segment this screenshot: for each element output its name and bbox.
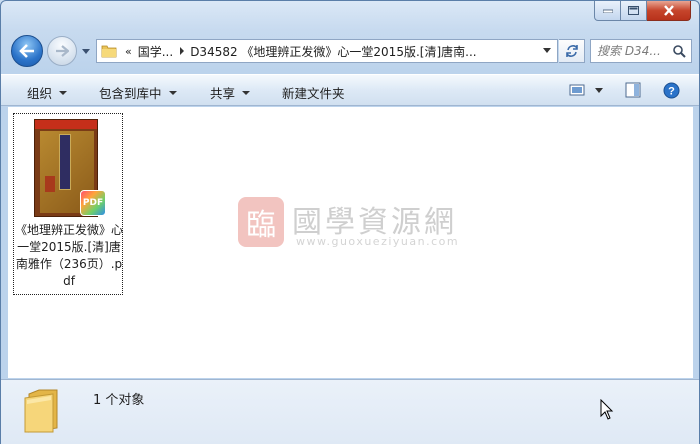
chevron-down-icon: [59, 90, 68, 95]
include-in-library-menu[interactable]: 包含到库中: [99, 83, 177, 102]
back-arrow-icon: [19, 44, 34, 58]
breadcrumb-separator-icon[interactable]: [180, 47, 185, 55]
new-folder-button[interactable]: 新建文件夹: [282, 83, 345, 102]
search-box[interactable]: [590, 39, 692, 63]
search-input[interactable]: [597, 44, 675, 58]
svg-text:?: ?: [668, 86, 675, 98]
minimize-button[interactable]: [594, 1, 621, 21]
explorer-window: « 国学... D34582 《地理辨正发微》心一堂2015版.[清]唐南...…: [0, 0, 700, 444]
thumbnail-banner: [35, 120, 97, 129]
search-icon: [673, 45, 686, 58]
preview-pane-icon: [625, 82, 641, 98]
forward-arrow-icon: [56, 45, 69, 57]
command-bar: 组织 包含到库中 共享 新建文件夹 ?: [1, 74, 699, 106]
preview-pane-button[interactable]: [625, 82, 641, 101]
share-label: 共享: [210, 86, 236, 101]
address-dropdown-icon[interactable]: [543, 48, 551, 53]
change-view-button[interactable]: [569, 82, 603, 101]
minimize-icon: [602, 9, 613, 13]
item-count: 1 个对象: [93, 393, 145, 408]
file-list[interactable]: PDF 《地理辨正发微》心一堂2015版.[清]唐南雅作（236页）.pdf 臨…: [8, 107, 693, 378]
chevron-down-icon: [82, 48, 90, 54]
organize-label: 组织: [27, 86, 53, 101]
close-icon: [663, 5, 674, 16]
include-in-library-label: 包含到库中: [99, 86, 162, 101]
file-name: 《地理辨正发微》心一堂2015版.[清]唐南雅作（236页）.pdf: [14, 223, 123, 288]
chevron-down-icon: [168, 90, 177, 95]
maximize-icon: [628, 6, 639, 15]
folder-icon: [101, 45, 117, 58]
refresh-icon: [565, 45, 578, 57]
mouse-cursor-icon: [600, 399, 614, 420]
chevron-down-icon: [242, 90, 251, 95]
help-icon: ?: [663, 82, 680, 99]
breadcrumb-current[interactable]: D34582 《地理辨正发微》心一堂2015版.[清]唐南...: [190, 43, 476, 60]
watermark-url: www.guoxueziyuan.com: [296, 235, 460, 248]
cover-title-strip: [59, 134, 71, 190]
address-bar[interactable]: « 国学... D34582 《地理辨正发微》心一堂2015版.[清]唐南...: [96, 39, 558, 63]
view-icon: [569, 84, 603, 96]
caption-buttons: [594, 1, 691, 21]
share-menu[interactable]: 共享: [210, 83, 251, 102]
overflow-chevron-icon[interactable]: «: [125, 45, 132, 58]
forward-button[interactable]: [47, 36, 77, 66]
organize-menu[interactable]: 组织: [27, 83, 68, 102]
refresh-button[interactable]: [559, 39, 585, 63]
maximize-button[interactable]: [621, 1, 647, 21]
details-pane: 1 个对象: [1, 379, 699, 444]
watermark-seal-icon: 臨: [238, 197, 284, 247]
cover-seal: [45, 176, 55, 192]
pdf-icon: PDF: [80, 190, 106, 216]
help-button[interactable]: ?: [663, 82, 680, 102]
folder-icon: [24, 389, 58, 433]
navigation-bar: « 国学... D34582 《地理辨正发微》心一堂2015版.[清]唐南...: [1, 33, 699, 69]
breadcrumb-root[interactable]: 国学...: [138, 43, 173, 60]
recent-pages-button[interactable]: [80, 45, 92, 57]
file-item[interactable]: PDF 《地理辨正发微》心一堂2015版.[清]唐南雅作（236页）.pdf: [13, 113, 123, 295]
new-folder-label: 新建文件夹: [282, 86, 345, 101]
close-button[interactable]: [647, 1, 691, 21]
back-button[interactable]: [11, 35, 43, 67]
watermark: 臨 國學資源網 www.guoxueziyuan.com: [238, 197, 508, 257]
